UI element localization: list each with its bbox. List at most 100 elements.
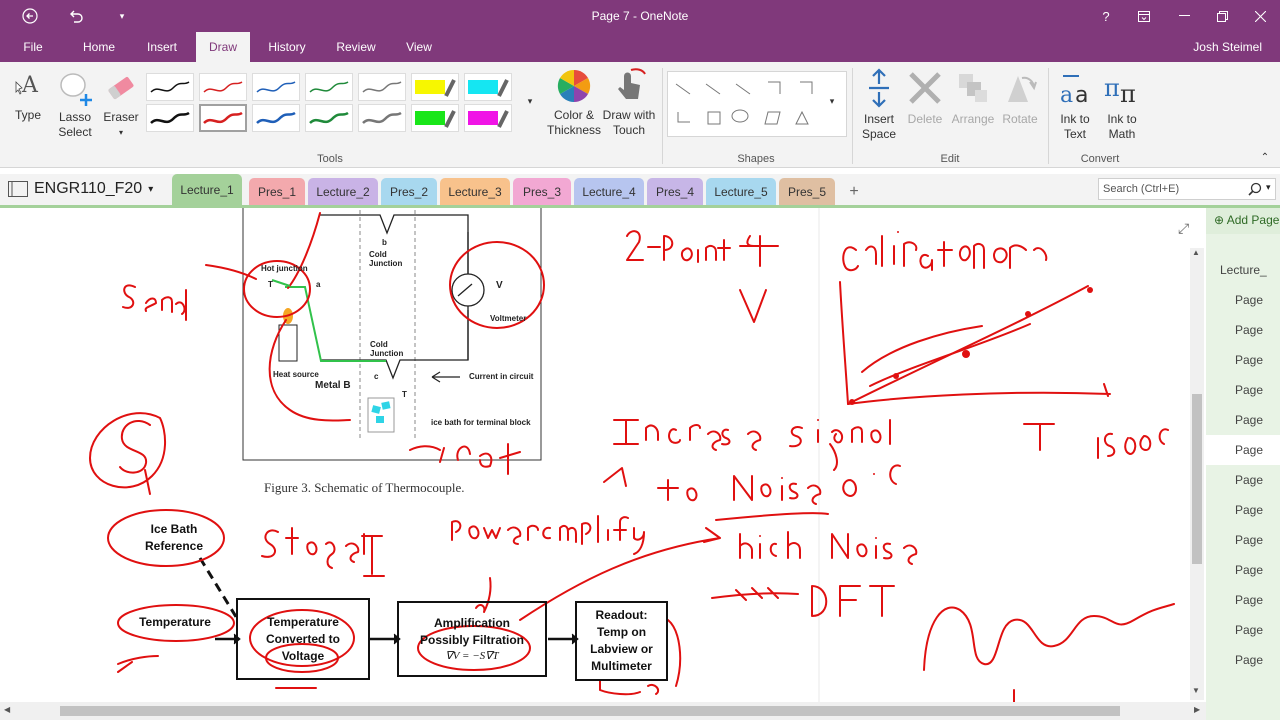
pen-red-thick-selected[interactable] [199, 104, 247, 132]
section-tab-pres-1[interactable]: Pres_1 [249, 178, 305, 206]
section-tab-lecture-3[interactable]: Lecture_3 [440, 178, 510, 206]
pen-gray-thick[interactable] [358, 104, 406, 132]
page-item[interactable]: Page [1206, 555, 1280, 585]
ink-to-text-button[interactable]: aa Ink to Text [1052, 68, 1098, 142]
page-list-panel: ⊕ Add Page Lecture_ Page Page Page Page … [1206, 208, 1280, 720]
tab-insert[interactable]: Insert [140, 32, 184, 62]
ink-to-math-icon: ππ [1104, 74, 1136, 108]
lasso-select-button[interactable]: Lasso Select [54, 70, 96, 140]
help-icon[interactable]: ? [1086, 0, 1126, 32]
search-scope-dropdown-icon[interactable]: ▾ [1266, 182, 1271, 193]
page-item[interactable]: Page [1206, 285, 1280, 315]
scroll-left-icon[interactable]: ◀ [4, 705, 10, 714]
section-tab-lecture-5[interactable]: Lecture_5 [706, 178, 776, 206]
tab-view[interactable]: View [400, 32, 438, 62]
rotate-icon [1008, 76, 1037, 102]
lasso-icon [60, 73, 92, 106]
rotate-label: Rotate [1002, 112, 1038, 126]
page-item[interactable]: Page [1206, 495, 1280, 525]
page-item[interactable]: Page [1206, 345, 1280, 375]
ribbon-display-icon[interactable] [1124, 0, 1164, 32]
eraser-button[interactable]: Eraser ▾ [100, 70, 142, 140]
section-tab-pres-2[interactable]: Pres_2 [381, 178, 437, 206]
pen-green-thick[interactable] [305, 104, 353, 132]
type-label: Type [14, 108, 41, 122]
highlighter-yellow[interactable] [411, 73, 459, 101]
vertical-scrollbar[interactable]: ▲ ▼ [1190, 248, 1204, 700]
tab-history[interactable]: History [262, 32, 312, 62]
svg-text:A: A [21, 73, 39, 98]
type-button[interactable]: A Type [10, 70, 46, 123]
insert-space-button[interactable]: Insert Space [856, 68, 902, 142]
section-tab-lecture-2[interactable]: Lecture_2 [308, 178, 378, 206]
arrange-button[interactable]: Arrange [948, 68, 998, 127]
pen-red-thin[interactable] [199, 73, 247, 101]
add-page-button[interactable]: ⊕ Add Page [1206, 208, 1280, 234]
expand-page-icon[interactable]: ⤢ [1178, 220, 1189, 237]
group-label-tools: Tools [317, 153, 343, 165]
add-section-button[interactable]: + [840, 178, 868, 206]
rotate-button[interactable]: Rotate [998, 68, 1042, 127]
section-tab-pres-5[interactable]: Pres_5 [779, 178, 835, 206]
scroll-down-icon[interactable]: ▼ [1192, 686, 1200, 695]
collapse-ribbon-icon[interactable]: ⌃ [1258, 150, 1272, 165]
color-thickness-button[interactable]: Color & Thickness [546, 68, 602, 138]
pen-black-thin[interactable] [146, 73, 194, 101]
pen-gray-thin[interactable] [358, 73, 406, 101]
highlighter-cyan[interactable] [464, 73, 512, 101]
section-tab-lecture-1[interactable]: Lecture_1 [172, 174, 242, 206]
pen-blue-thin[interactable] [252, 73, 300, 101]
ink-to-math-button[interactable]: ππ Ink to Math [1098, 68, 1146, 142]
insert-space-icon [869, 68, 889, 108]
hscroll-thumb[interactable] [60, 706, 1120, 716]
page-item[interactable]: Page [1206, 645, 1280, 675]
notebook-bar: ENGR110_F20 ▾ Lecture_1 Pres_1 Lecture_2… [0, 174, 1280, 206]
tab-file[interactable]: File [14, 32, 52, 62]
group-label-convert: Convert [1080, 153, 1120, 165]
page-item[interactable]: Page [1206, 525, 1280, 555]
restore-icon[interactable] [1202, 0, 1242, 32]
tab-draw[interactable]: Draw [196, 32, 250, 62]
user-name[interactable]: Josh Steimel [1193, 32, 1262, 62]
search-icon[interactable] [1248, 182, 1262, 196]
pen-black-thick[interactable] [146, 104, 194, 132]
type-icon: A [15, 73, 39, 98]
svg-text:π: π [1104, 74, 1120, 102]
page-item-active[interactable]: Page [1206, 435, 1280, 465]
page-item[interactable]: Page [1206, 585, 1280, 615]
lasso-label: Lasso Select [58, 110, 92, 139]
pen-gallery-expand-icon[interactable]: ▾ [522, 94, 538, 109]
section-tab-lecture-4[interactable]: Lecture_4 [574, 178, 644, 206]
section-tab-pres-3[interactable]: Pres_3 [513, 178, 571, 206]
page-canvas[interactable]: Hot junction T a b Cold Junction V Voltm… [0, 208, 1190, 702]
scroll-thumb[interactable] [1192, 394, 1202, 564]
highlighter-green[interactable] [411, 104, 459, 132]
scroll-up-icon[interactable]: ▲ [1192, 248, 1200, 257]
section-tab-pres-4[interactable]: Pres_4 [647, 178, 703, 206]
page-item[interactable]: Lecture_ [1206, 255, 1280, 285]
page-item[interactable]: Page [1206, 615, 1280, 645]
ribbon-separator [662, 68, 663, 164]
pen-blue-thick[interactable] [252, 104, 300, 132]
title-bar: ▾ Page 7 - OneNote ? [0, 0, 1280, 32]
page-item[interactable]: Page [1206, 465, 1280, 495]
tab-home[interactable]: Home [76, 32, 122, 62]
page-item[interactable]: Page [1206, 375, 1280, 405]
delete-label: Delete [907, 112, 943, 126]
minimize-icon[interactable] [1164, 0, 1204, 32]
pen-green-thin[interactable] [305, 73, 353, 101]
page-item[interactable]: Page [1206, 315, 1280, 345]
tab-review[interactable]: Review [330, 32, 382, 62]
scroll-right-icon[interactable]: ▶ [1194, 705, 1200, 714]
label-cold-junction-c: Cold Junction [370, 340, 404, 358]
delete-button[interactable]: Delete [902, 68, 948, 127]
draw-with-touch-button[interactable]: Draw with Touch [600, 68, 658, 138]
shapes-expand-icon[interactable]: ▾ [824, 94, 840, 109]
page-item[interactable]: Page [1206, 405, 1280, 435]
notebook-selector[interactable]: ENGR110_F20 ▾ [8, 180, 153, 198]
close-icon[interactable] [1240, 0, 1280, 32]
horizontal-scrollbar[interactable]: ◀ ▶ [0, 702, 1206, 720]
label-tc: T [402, 390, 407, 399]
highlighter-magenta[interactable] [464, 104, 512, 132]
eraser-dropdown-icon[interactable]: ▾ [100, 125, 142, 140]
